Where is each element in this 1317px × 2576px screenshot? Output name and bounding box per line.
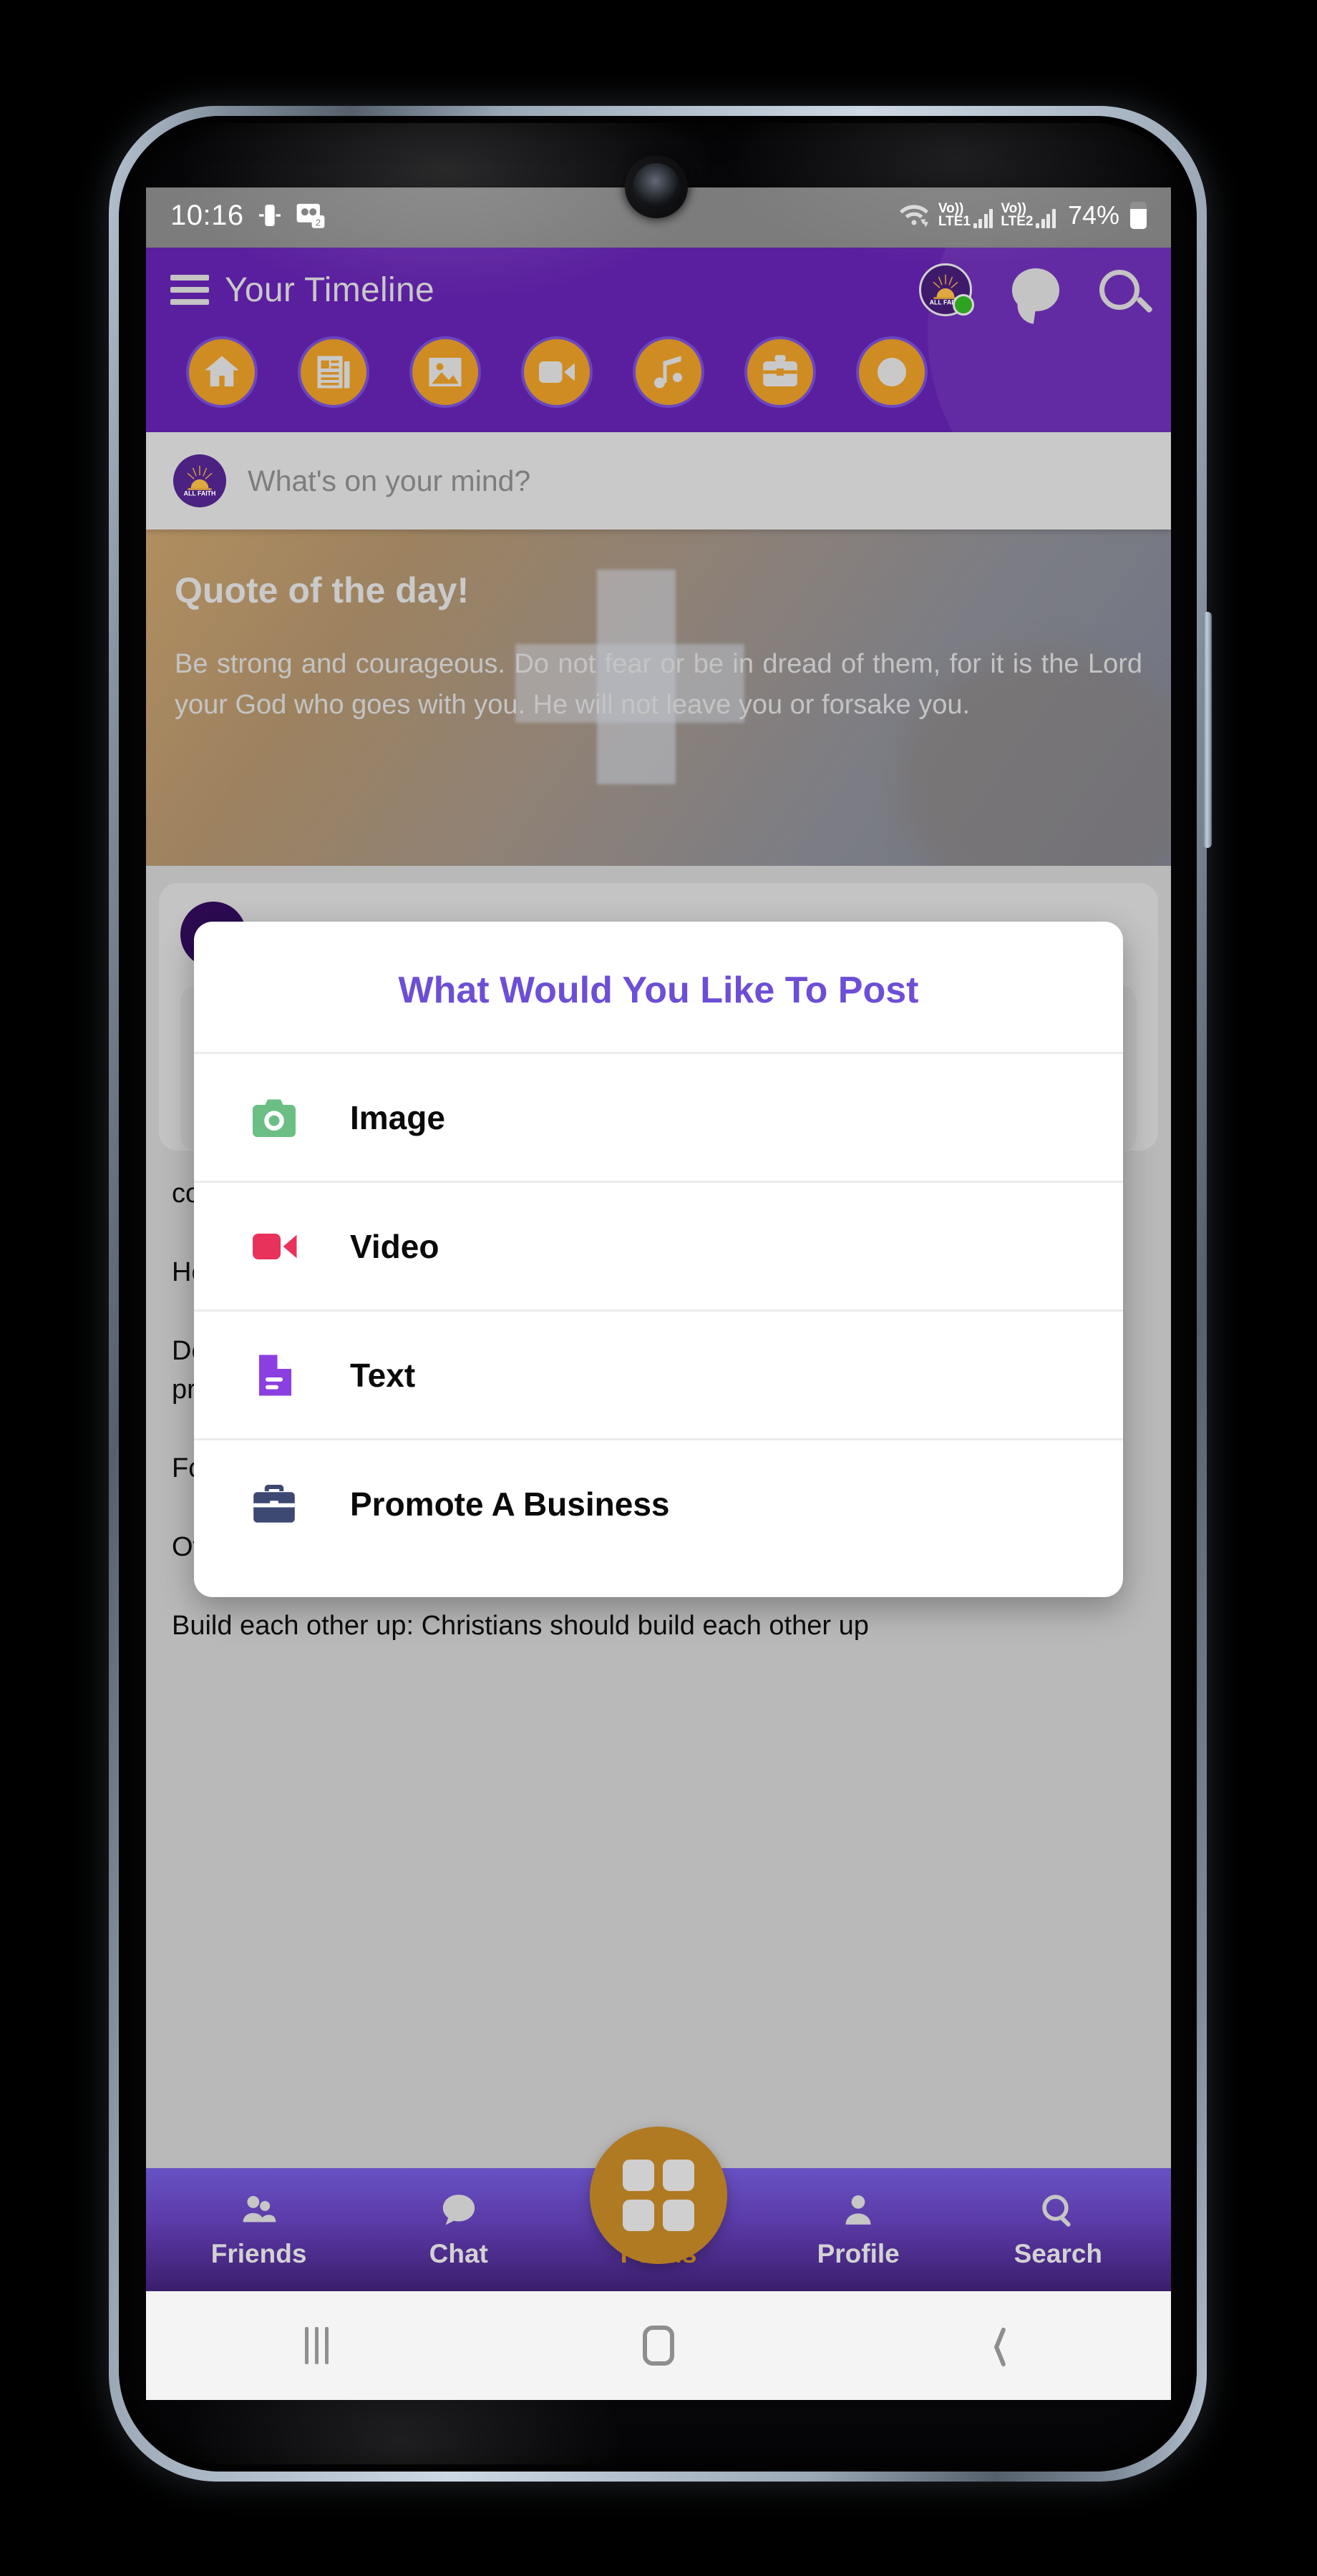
status-bar-left: 10:16 2 (170, 200, 326, 232)
sim2-indicator: Vo)) LTE2 (1001, 202, 1056, 229)
composer-placeholder[interactable]: What's on your mind? (248, 464, 530, 498)
post-composer[interactable]: ALL FAITH What's on your mind? (146, 432, 1171, 530)
power-button[interactable] (1203, 612, 1212, 848)
android-home-button[interactable] (594, 2313, 723, 2378)
camera-icon (241, 1092, 307, 1143)
document-icon (241, 1350, 307, 1401)
people-icon (243, 2195, 276, 2223)
battery-icon (1130, 202, 1147, 229)
status-bar-right: Vo)) LTE1 Vo)) LTE2 74% (898, 200, 1147, 230)
chat-icon (442, 2195, 475, 2225)
category-business[interactable] (744, 336, 816, 408)
grid-icon (623, 2160, 694, 2231)
quote-text: Be strong and courageous. Do not fear or… (175, 649, 1142, 720)
category-photos[interactable] (409, 336, 481, 408)
screen-cast-icon (258, 205, 281, 226)
search-icon (1042, 2195, 1071, 2227)
briefcase-icon (241, 1478, 307, 1530)
android-navigation-bar (146, 2291, 1171, 2400)
sim1-network-label: LTE1 (938, 214, 971, 229)
post-type-dialog[interactable]: What Would You Like To Post Image Video … (194, 922, 1123, 1597)
category-news[interactable] (298, 336, 369, 408)
option-text[interactable]: Text (194, 1309, 1123, 1438)
option-label: Video (350, 1227, 439, 1265)
option-label: Image (350, 1098, 445, 1136)
voicemail-icon: 2 (296, 203, 324, 228)
android-back-button[interactable] (935, 2313, 1064, 2378)
all-faith-logo-icon: ALL FAITH (184, 465, 216, 497)
phone-screen: 10:16 2 Vo)) LTE1 Vo)) LTE2 74% Your Tim… (146, 187, 1171, 2400)
android-recents-button[interactable] (253, 2313, 382, 2378)
option-video[interactable]: Video (194, 1181, 1123, 1309)
option-promote-business[interactable]: Promote A Business (194, 1438, 1123, 1567)
wifi-icon (899, 205, 928, 228)
nav-label: Profile (817, 2239, 900, 2268)
hamburger-menu-icon[interactable] (170, 275, 209, 305)
feed-paragraph: Build each other up: Christians should b… (172, 1610, 869, 1641)
nav-profile[interactable]: Profile (784, 2190, 932, 2269)
svg-text:2: 2 (316, 218, 321, 228)
create-post-fab[interactable] (590, 2127, 727, 2264)
sim1-indicator: Vo)) LTE1 (938, 202, 993, 229)
page-title: Your Timeline (225, 270, 434, 309)
category-home[interactable] (186, 336, 258, 408)
quote-of-the-day-card: Quote of the day! Be strong and courageo… (146, 530, 1171, 866)
online-status-badge (953, 294, 974, 316)
app-bar-actions: ALL FAITH (919, 263, 1147, 316)
dialog-title: What Would You Like To Post (398, 970, 919, 1011)
sim2-signal-icon (1036, 209, 1056, 229)
recents-icon (305, 2327, 329, 2364)
status-time: 10:16 (170, 199, 244, 231)
option-image[interactable]: Image (194, 1052, 1123, 1181)
avatar[interactable]: ALL FAITH (919, 263, 974, 316)
nav-label: Chat (429, 2239, 488, 2268)
phone-mockup-stage: 10:16 2 Vo)) LTE1 Vo)) LTE2 74% Your Tim… (0, 0, 1317, 2576)
search-icon[interactable] (1099, 270, 1139, 310)
category-music[interactable] (633, 336, 704, 408)
back-icon (989, 2327, 1011, 2364)
home-icon (642, 2326, 674, 2366)
app-bar: Your Timeline ALL FAITH (146, 248, 1171, 432)
quote-heading: Quote of the day! (175, 570, 470, 610)
option-label: Promote A Business (350, 1485, 670, 1523)
nav-label: Search (1014, 2239, 1103, 2268)
chat-bubble-icon[interactable] (1012, 268, 1059, 311)
category-more[interactable] (856, 336, 928, 408)
nav-label: Friends (210, 2239, 307, 2268)
nav-friends[interactable]: Friends (185, 2190, 333, 2269)
sim1-signal-icon (973, 209, 993, 229)
video-icon (241, 1221, 307, 1272)
person-icon (845, 2195, 871, 2225)
category-row (146, 332, 1171, 426)
composer-avatar: ALL FAITH (173, 454, 226, 507)
sim2-network-label: LTE2 (1001, 214, 1034, 229)
nav-chat[interactable]: Chat (385, 2190, 533, 2269)
category-videos[interactable] (521, 336, 593, 408)
svg-text:ALL FAITH: ALL FAITH (184, 490, 216, 497)
front-camera-icon (633, 163, 680, 210)
option-label: Text (350, 1356, 416, 1394)
nav-search[interactable]: Search (984, 2190, 1132, 2269)
battery-percent: 74% (1067, 200, 1119, 230)
app-bar-top: Your Timeline ALL FAITH (146, 248, 1171, 332)
